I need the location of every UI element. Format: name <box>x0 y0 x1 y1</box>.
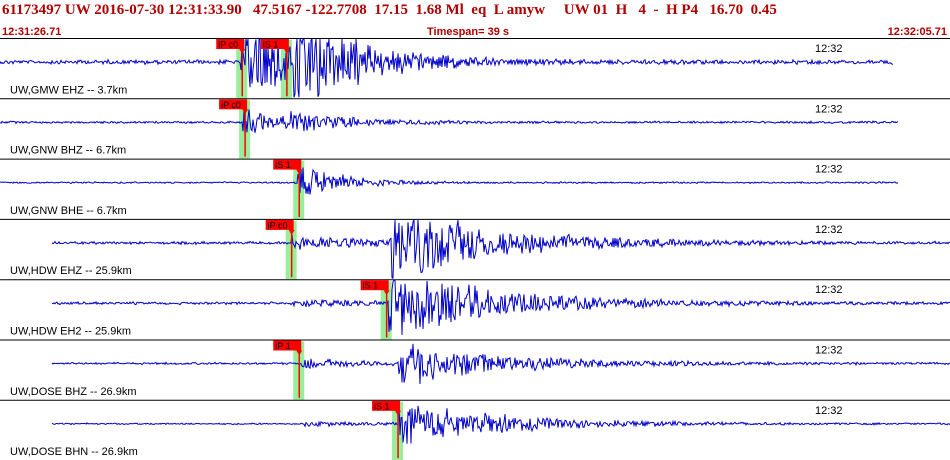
trace-panel[interactable]: iP c0 12:32 UW,GNW BHZ -- 6.7km <box>0 98 950 159</box>
pick-label[interactable]: iP 1 <box>275 341 290 351</box>
event-header: 61173497 UW 2016-07-30 12:31:33.90 47.51… <box>0 0 950 38</box>
time-label: 12:32 <box>815 224 843 236</box>
pick-label[interactable]: iP c0 <box>268 220 288 230</box>
station-label: UW,DOSE BHN -- 26.9km <box>10 446 138 458</box>
waveform-trace <box>0 109 899 135</box>
station-label: UW,HDW EHZ -- 25.9km <box>10 265 132 277</box>
pick-label[interactable]: iS 1 <box>374 401 390 411</box>
time-label: 12:32 <box>815 345 843 357</box>
station-label: UW,DOSE BHZ -- 26.9km <box>10 386 137 398</box>
seismogram-panels[interactable]: iP c0 iS 1 12:32 UW,GMW EHZ -- 3.7km iP c0 12… <box>0 38 950 460</box>
time-range-bar: 12:31:26.71 Timespan= 39 s 12:32:05.71 <box>0 26 950 38</box>
station-label: UW,GNW BHE -- 6.7km <box>10 205 127 217</box>
pick-label[interactable]: iS 1 <box>263 40 279 50</box>
time-label: 12:32 <box>815 43 843 55</box>
trace-panel[interactable]: iS 1 12:32 UW,HDW EH2 -- 25.9km <box>0 279 950 340</box>
pick-label[interactable]: iP c0 <box>221 100 241 110</box>
start-time: 12:31:26.71 <box>2 26 62 38</box>
time-label: 12:32 <box>815 284 843 296</box>
trace-panel[interactable]: iS 1 12:32 UW,GNW BHE -- 6.7km <box>0 158 950 219</box>
station-label: UW,GMW EHZ -- 3.7km <box>10 84 127 96</box>
pick-label[interactable]: iS 1 <box>275 160 291 170</box>
station-label: UW,GNW BHZ -- 6.7km <box>10 145 126 157</box>
trace-panel[interactable]: iP c0 12:32 UW,HDW EHZ -- 25.9km <box>0 218 950 280</box>
timespan-label: Timespan= 39 s <box>427 26 510 38</box>
pick-label[interactable]: iP c0 <box>218 40 238 50</box>
end-time: 12:32:05.71 <box>887 26 947 38</box>
waveform-trace <box>0 38 894 98</box>
trace-panel[interactable]: iP 1 12:32 UW,DOSE BHZ -- 26.9km <box>0 339 950 400</box>
trace-panel[interactable]: iP c0 iS 1 12:32 UW,GMW EHZ -- 3.7km <box>0 38 950 99</box>
pick-label[interactable]: iS 1 <box>363 281 379 291</box>
time-label: 12:32 <box>815 405 843 417</box>
waveform-trace <box>0 167 899 195</box>
event-summary-title: 61173497 UW 2016-07-30 12:31:33.90 47.51… <box>2 2 777 18</box>
time-label: 12:32 <box>815 103 843 115</box>
time-label: 12:32 <box>815 164 843 176</box>
station-label: UW,HDW EH2 -- 25.9km <box>10 326 131 338</box>
trace-panel[interactable]: iS 1 12:32 UW,DOSE BHN -- 26.9km <box>0 399 950 460</box>
